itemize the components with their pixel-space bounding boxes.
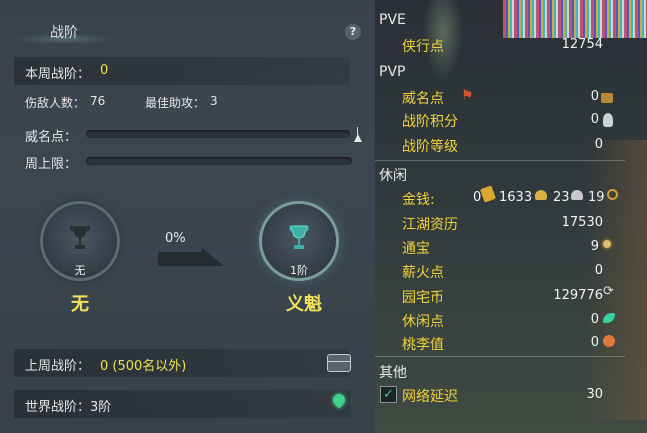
section-divider [375,356,625,357]
current-medal-label: 无 [74,264,86,277]
prestige-cap-marker [354,134,362,142]
cup-icon [70,225,90,249]
jianghu-value: 17530 [561,215,603,230]
cap-line [357,127,358,135]
cup-icon [289,225,309,249]
progress-arrow-icon [158,248,224,266]
weekly-rank-value: 0 [100,63,109,78]
weekly-cap-label: 周上限： [25,157,78,172]
section-other: 其他 [379,365,407,381]
latency-label: 网络延迟 [402,389,458,405]
last-week-value: 0 (500名以外) [100,359,187,374]
world-rank-text: 世界战阶：3阶 [25,400,112,415]
section-leisure: 休闲 [379,168,407,184]
jianghu-label: 江湖资历 [402,217,458,233]
weiming-icon: ⚑ [461,88,474,104]
weekly-rank-label: 本周战阶： [25,67,91,82]
assists-label: 最佳助攻： [145,96,206,110]
kills-label: 伤敌人数： [25,96,86,110]
yuanzhai-icon: ⟳ [603,284,614,299]
battle-rank-panel: 战阶 ? 本周战阶： 0 伤敌人数： 76 最佳助攻： 3 威名点： 周上限： … [0,0,375,433]
xiaxing-value: 12754 [561,37,603,52]
last-week-label: 上周战阶： [25,359,91,374]
peach-icon [603,335,615,347]
next-rank-name: 义魁 [286,294,322,315]
background-banner [503,0,647,38]
prestige-label: 威名点： [25,130,78,145]
silver-icon [571,190,583,200]
copper-icon [607,189,618,200]
current-rank-name: 无 [71,294,89,315]
next-rank-medal: 1阶 [262,204,336,278]
xiuxian-value: 0 [590,312,599,327]
money-silver-value: 23 [553,190,570,205]
xiaxing-label: 侠行点 [402,39,444,55]
xinhuo-value: 0 [594,263,603,278]
yuanzhai-value: 129776 [553,288,603,303]
section-divider [375,160,625,161]
weiming-currency-icon [601,93,613,103]
rank-progress-percent: 0% [165,231,186,246]
kills-value: 76 [90,94,106,108]
money-copper-value: 19 [588,190,605,205]
zhanjie-level-label: 战阶等级 [402,139,458,155]
weiming-value: 0 [590,89,599,104]
section-pvp: PVP [379,64,406,80]
prestige-progress-bar [86,130,350,138]
panel-title: 战阶 [50,25,78,41]
ingot-icon [479,185,497,203]
gold-icon [535,190,547,200]
weiming-label: 威名点 [402,91,444,107]
latency-value: 30 [586,387,603,402]
current-rank-medal: 无 [43,204,117,278]
yuanzhai-label: 园宅币 [402,290,444,306]
money-label: 金钱: [402,192,435,208]
xinhuo-label: 薪火点 [402,265,444,281]
section-pve: PVE [379,12,406,28]
money-gold-value: 1633 [499,190,533,205]
taoli-label: 桃李值 [402,337,444,353]
zhanjie-score-icon [603,113,613,127]
latency-checkbox[interactable]: ✓ [380,386,397,403]
zhanjie-level-value: 0 [594,137,603,152]
reward-chest-icon[interactable] [327,354,351,372]
help-icon[interactable]: ? [345,24,361,40]
tongbao-value: 9 [590,239,599,254]
currency-panel: PVE 侠行点 12754 PVP 威名点 ⚑ 0 战阶积分 0 战阶等级 0 … [375,0,647,433]
xiuxian-label: 休闲点 [402,314,444,330]
tongbao-label: 通宝 [402,241,430,257]
tongbao-coin-icon [601,238,613,250]
assists-value: 3 [210,94,218,108]
background-scenery [587,140,647,420]
weekly-cap-bar [86,157,352,165]
zhanjie-score-label: 战阶积分 [402,114,458,130]
taoli-value: 0 [590,335,599,350]
zhanjie-score-value: 0 [590,112,599,127]
next-medal-label: 1阶 [290,264,308,277]
